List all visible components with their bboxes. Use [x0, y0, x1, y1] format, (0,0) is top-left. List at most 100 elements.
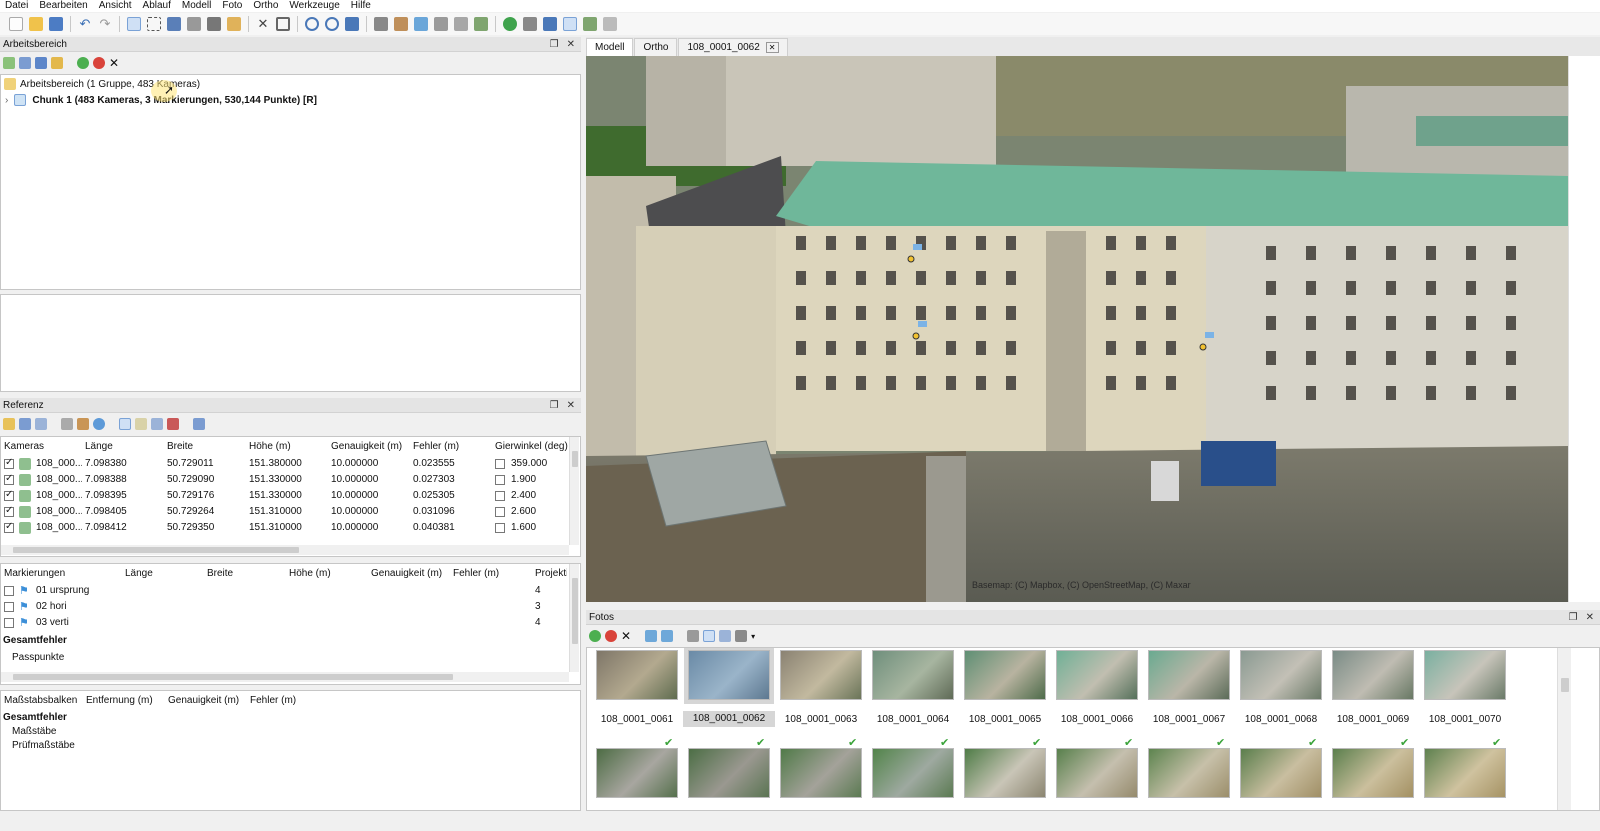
photo-thumbnail[interactable]: [872, 650, 954, 700]
camera-row[interactable]: 108_000... 7.098388 50.729090 151.330000…: [1, 473, 571, 487]
open-folder-icon[interactable]: [29, 17, 43, 31]
cameras-hscrollbar[interactable]: [1, 545, 569, 555]
add-folder-icon[interactable]: [35, 57, 47, 69]
rotate-right-icon[interactable]: [661, 630, 674, 642]
camera-row[interactable]: 108_000... 7.098380 50.729011 151.380000…: [1, 457, 571, 471]
photo-thumbnail[interactable]: [1240, 650, 1322, 700]
menu-datei[interactable]: Datei: [0, 0, 34, 12]
update-transform-icon[interactable]: [93, 418, 105, 430]
photo-thumbnail[interactable]: [596, 748, 678, 798]
col-markierungen[interactable]: Markierungen: [4, 566, 65, 581]
float-panel-icon[interactable]: ❐: [550, 39, 559, 50]
photo-thumbnail[interactable]: [1424, 748, 1506, 798]
menu-ablauf[interactable]: Ablauf: [138, 0, 177, 12]
photo-thumbnail[interactable]: [1148, 650, 1230, 700]
add-chunk-icon[interactable]: [3, 57, 15, 69]
marker-checkbox[interactable]: [4, 618, 14, 628]
photo-thumbnail[interactable]: [596, 650, 678, 700]
model-viewport[interactable]: Basemap: (C) Mapbox, (C) OpenStreetMap, …: [586, 56, 1568, 602]
globe-icon[interactable]: [503, 17, 517, 31]
delete-selection-icon[interactable]: ✕: [256, 17, 270, 31]
reference-settings-icon[interactable]: [193, 418, 205, 430]
col-laenge[interactable]: Länge: [85, 439, 113, 454]
view-estimated-icon[interactable]: [135, 418, 147, 430]
close-panel-icon[interactable]: ✕: [1586, 612, 1594, 623]
cameras-vscrollbar[interactable]: [569, 437, 579, 545]
marker-row[interactable]: ⚑ 03 verti 4: [1, 616, 569, 630]
view-variance-icon[interactable]: [167, 418, 179, 430]
menu-werkzeuge[interactable]: Werkzeuge: [284, 0, 345, 12]
col-hoehe[interactable]: Höhe (m): [289, 566, 331, 581]
expand-arrow-icon[interactable]: ›: [5, 95, 8, 106]
reset-view-icon[interactable]: [603, 17, 617, 31]
point-cloud-icon[interactable]: [374, 17, 388, 31]
markers-hscrollbar[interactable]: [1, 672, 569, 682]
import-reference-icon[interactable]: [3, 418, 15, 430]
dem-icon[interactable]: [454, 17, 468, 31]
camera-row[interactable]: 108_000... 7.098405 50.729264 151.310000…: [1, 505, 571, 519]
draw-line-icon[interactable]: [207, 17, 221, 31]
col-laenge[interactable]: Länge: [125, 566, 153, 581]
tiled-model-icon[interactable]: [434, 17, 448, 31]
photos-vscrollbar[interactable]: [1557, 648, 1571, 810]
filter-by-marker-icon[interactable]: [703, 630, 716, 642]
camera-checkbox[interactable]: [4, 489, 14, 501]
tab-photo[interactable]: 108_0001_0062 ✕: [678, 38, 788, 56]
convert-icon[interactable]: [61, 418, 73, 430]
reset-filter-icon[interactable]: [687, 630, 700, 642]
col-gierwinkel[interactable]: Gierwinkel (deg): [495, 439, 568, 454]
marker-checkbox[interactable]: [4, 602, 14, 612]
view-errors-icon[interactable]: [151, 418, 163, 430]
menu-bearbeiten[interactable]: Bearbeiten: [34, 0, 93, 12]
crop-icon[interactable]: [276, 17, 290, 31]
col-genauigkeit[interactable]: Genauigkeit (m): [168, 693, 239, 708]
camera-row[interactable]: 108_000... 7.098395 50.729176 151.330000…: [1, 489, 571, 503]
photo-thumbnail[interactable]: [1148, 748, 1230, 798]
close-panel-icon[interactable]: ✕: [567, 400, 575, 411]
photo-thumbnail[interactable]: [964, 748, 1046, 798]
photo-thumbnail[interactable]: [1332, 748, 1414, 798]
yaw-checkbox[interactable]: [495, 491, 505, 501]
photo-thumbnail[interactable]: [688, 748, 770, 798]
col-breite[interactable]: Breite: [167, 439, 193, 454]
orthomosaic-icon[interactable]: [474, 17, 488, 31]
marker-row[interactable]: ⚑ 02 hori 3: [1, 600, 569, 614]
marker-checkbox[interactable]: [4, 586, 14, 596]
camera-checkbox[interactable]: [4, 473, 14, 485]
close-tab-icon[interactable]: ✕: [765, 42, 779, 53]
col-hoehe[interactable]: Höhe (m): [249, 439, 291, 454]
clear-reference-icon[interactable]: [35, 418, 47, 430]
camera-checkbox[interactable]: [4, 457, 14, 469]
markers-vscrollbar[interactable]: [569, 564, 579, 672]
float-panel-icon[interactable]: ❐: [1569, 612, 1578, 623]
menu-foto[interactable]: Foto: [217, 0, 248, 12]
show-basemap-icon[interactable]: [583, 17, 597, 31]
close-panel-icon[interactable]: ✕: [567, 39, 575, 50]
photo-thumbnail[interactable]: [1056, 650, 1138, 700]
ruler-icon[interactable]: [227, 17, 241, 31]
remove-icon[interactable]: ✕: [621, 629, 631, 643]
redo-icon[interactable]: ↷: [98, 17, 112, 31]
marker-row[interactable]: ⚑ 01 ursprung 4: [1, 584, 569, 598]
view-source-icon[interactable]: [119, 418, 131, 430]
col-fehler[interactable]: Fehler (m): [250, 693, 296, 708]
col-kameras[interactable]: Kameras: [4, 439, 44, 454]
rotate-object-icon[interactable]: [187, 17, 201, 31]
tab-modell[interactable]: Modell: [586, 38, 634, 56]
yaw-checkbox[interactable]: [495, 507, 505, 517]
yaw-checkbox[interactable]: [495, 523, 505, 533]
enable-icon[interactable]: [589, 630, 601, 642]
photo-thumbnail[interactable]: [1424, 650, 1506, 700]
photo-thumbnail[interactable]: [1240, 748, 1322, 798]
float-panel-icon[interactable]: ❐: [550, 400, 559, 411]
yaw-checkbox[interactable]: [495, 459, 505, 469]
move-view-icon[interactable]: [345, 17, 359, 31]
photo-thumbnail[interactable]: [780, 748, 862, 798]
mesh-icon[interactable]: [414, 17, 428, 31]
settings-wrench-icon[interactable]: [77, 418, 89, 430]
undo-icon[interactable]: ↶: [78, 17, 92, 31]
disable-icon[interactable]: [93, 57, 105, 69]
photo-thumbnail[interactable]: [1056, 748, 1138, 798]
zoom-out-icon[interactable]: [325, 17, 339, 31]
yaw-checkbox[interactable]: [495, 475, 505, 485]
